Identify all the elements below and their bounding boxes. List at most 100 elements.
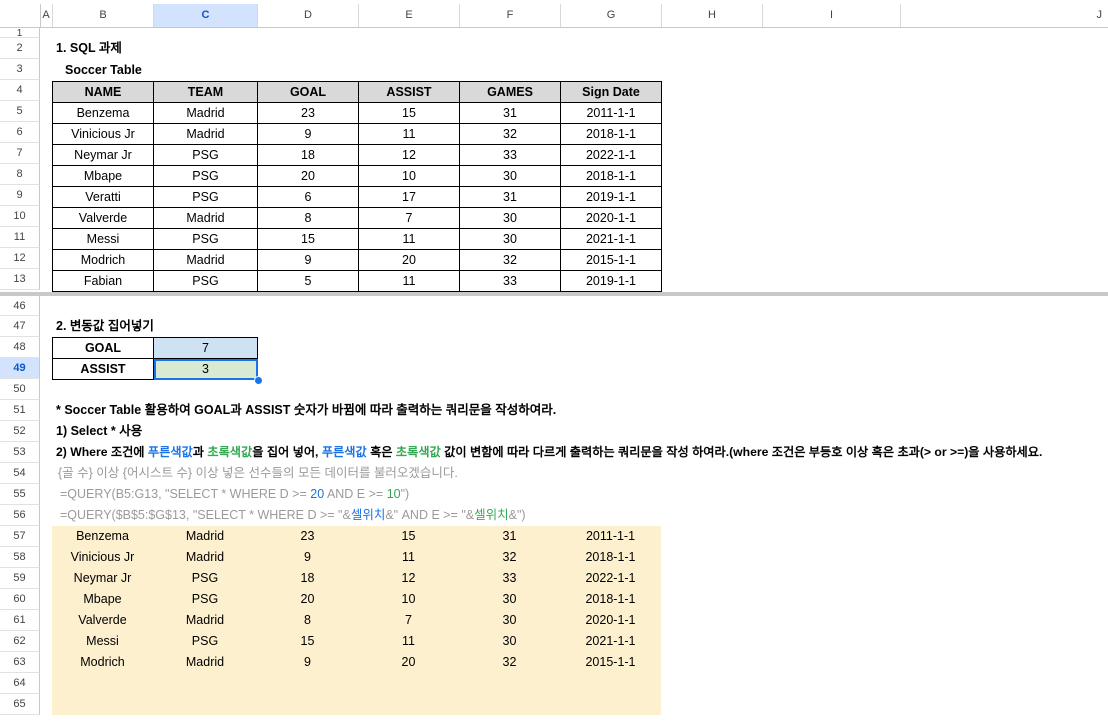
goal-label-cell[interactable]: GOAL xyxy=(52,337,154,359)
table-cell[interactable]: 30 xyxy=(459,228,561,250)
table-cell[interactable]: 15 xyxy=(257,228,359,250)
result-cell[interactable]: Benzema xyxy=(52,526,153,547)
row-header-54[interactable]: 54 xyxy=(0,463,40,484)
table-cell[interactable]: 32 xyxy=(459,249,561,271)
result-cell[interactable]: 2022-1-1 xyxy=(560,568,661,589)
table-cell[interactable]: 33 xyxy=(459,270,561,292)
table-cell[interactable]: Madrid xyxy=(153,102,258,124)
row-header-53[interactable]: 53 xyxy=(0,442,40,463)
column-header-d[interactable]: D xyxy=(258,4,359,27)
result-cell[interactable]: Madrid xyxy=(153,547,257,568)
table-cell[interactable]: 20 xyxy=(257,165,359,187)
result-cell[interactable]: 18 xyxy=(257,568,358,589)
row-header-51[interactable]: 51 xyxy=(0,400,40,421)
table-cell[interactable]: 2018-1-1 xyxy=(560,165,662,187)
frozen-rows-divider[interactable] xyxy=(0,292,1108,296)
row-header-5[interactable]: 5 xyxy=(0,101,40,122)
row-header-52[interactable]: 52 xyxy=(0,421,40,442)
result-cell[interactable]: 20 xyxy=(257,589,358,610)
header-cell[interactable]: NAME xyxy=(52,81,154,103)
table-cell[interactable]: 31 xyxy=(459,186,561,208)
row-header-9[interactable]: 9 xyxy=(0,185,40,206)
result-cell[interactable]: Madrid xyxy=(153,526,257,547)
table-cell[interactable]: 2022-1-1 xyxy=(560,144,662,166)
table-cell[interactable]: 11 xyxy=(358,270,460,292)
assist-label-cell[interactable]: ASSIST xyxy=(52,358,154,380)
table-cell[interactable]: 11 xyxy=(358,123,460,145)
table-cell[interactable]: PSG xyxy=(153,270,258,292)
result-cell[interactable]: 2021-1-1 xyxy=(560,631,661,652)
table-cell[interactable]: 10 xyxy=(358,165,460,187)
row-header-46[interactable]: 46 xyxy=(0,296,40,316)
result-cell[interactable]: 20 xyxy=(358,652,459,673)
result-cell[interactable]: 2018-1-1 xyxy=(560,547,661,568)
table-cell[interactable]: 15 xyxy=(358,102,460,124)
table-cell[interactable]: Veratti xyxy=(52,186,154,208)
column-header-f[interactable]: F xyxy=(460,4,561,27)
result-cell[interactable]: Vinicious Jr xyxy=(52,547,153,568)
result-cell[interactable]: 32 xyxy=(459,547,560,568)
column-header-a[interactable]: A xyxy=(40,4,53,27)
result-cell[interactable]: 23 xyxy=(257,526,358,547)
result-cell[interactable]: 2015-1-1 xyxy=(560,652,661,673)
table-cell[interactable]: 31 xyxy=(459,102,561,124)
table-cell[interactable]: Neymar Jr xyxy=(52,144,154,166)
table-cell[interactable]: Valverde xyxy=(52,207,154,229)
table-cell[interactable]: 2020-1-1 xyxy=(560,207,662,229)
row-header-1[interactable]: 1 xyxy=(0,28,40,39)
table-cell[interactable]: PSG xyxy=(153,186,258,208)
header-cell[interactable]: GOAL xyxy=(257,81,359,103)
table-cell[interactable]: Messi xyxy=(52,228,154,250)
row-header-10[interactable]: 10 xyxy=(0,206,40,227)
table-cell[interactable]: 6 xyxy=(257,186,359,208)
table-cell[interactable]: 9 xyxy=(257,123,359,145)
goal-value-cell[interactable]: 7 xyxy=(153,337,258,359)
table-cell[interactable]: 9 xyxy=(257,249,359,271)
result-cell[interactable]: Valverde xyxy=(52,610,153,631)
row-header-8[interactable]: 8 xyxy=(0,164,40,185)
table-cell[interactable]: 33 xyxy=(459,144,561,166)
table-cell[interactable]: 30 xyxy=(459,165,561,187)
result-cell[interactable]: 15 xyxy=(358,526,459,547)
table-cell[interactable]: 5 xyxy=(257,270,359,292)
column-header-e[interactable]: E xyxy=(359,4,460,27)
result-cell[interactable]: 2020-1-1 xyxy=(560,610,661,631)
table-cell[interactable]: Mbape xyxy=(52,165,154,187)
table-cell[interactable]: 2011-1-1 xyxy=(560,102,662,124)
result-cell[interactable]: Madrid xyxy=(153,610,257,631)
table-cell[interactable]: Vinicious Jr xyxy=(52,123,154,145)
result-cell[interactable]: 2018-1-1 xyxy=(560,589,661,610)
row-header-50[interactable]: 50 xyxy=(0,379,40,400)
result-cell[interactable]: 12 xyxy=(358,568,459,589)
table-cell[interactable]: 8 xyxy=(257,207,359,229)
table-cell[interactable]: 17 xyxy=(358,186,460,208)
result-cell[interactable]: 15 xyxy=(257,631,358,652)
table-cell[interactable]: 30 xyxy=(459,207,561,229)
row-header-47[interactable]: 47 xyxy=(0,316,40,337)
result-cell[interactable]: 30 xyxy=(459,610,560,631)
result-cell[interactable]: 33 xyxy=(459,568,560,589)
result-cell[interactable]: 9 xyxy=(257,652,358,673)
row-header-11[interactable]: 11 xyxy=(0,227,40,248)
table-cell[interactable]: 18 xyxy=(257,144,359,166)
table-cell[interactable]: Modrich xyxy=(52,249,154,271)
table-cell[interactable]: Madrid xyxy=(153,123,258,145)
column-header-b[interactable]: B xyxy=(53,4,154,27)
row-header-3[interactable]: 3 xyxy=(0,59,40,80)
result-cell[interactable]: 9 xyxy=(257,547,358,568)
result-cell[interactable]: Messi xyxy=(52,631,153,652)
row-header-49[interactable]: 49 xyxy=(0,358,40,379)
result-cell[interactable]: Mbape xyxy=(52,589,153,610)
result-cell[interactable]: Neymar Jr xyxy=(52,568,153,589)
table-cell[interactable]: 2021-1-1 xyxy=(560,228,662,250)
select-all-corner[interactable] xyxy=(0,4,41,27)
table-cell[interactable]: PSG xyxy=(153,165,258,187)
result-cell[interactable]: PSG xyxy=(153,631,257,652)
assist-value-cell[interactable]: 3 xyxy=(153,358,258,380)
result-cell[interactable]: PSG xyxy=(153,589,257,610)
table-cell[interactable]: 2018-1-1 xyxy=(560,123,662,145)
column-header-h[interactable]: H xyxy=(662,4,763,27)
header-cell[interactable]: ASSIST xyxy=(358,81,460,103)
table-cell[interactable]: 7 xyxy=(358,207,460,229)
header-cell[interactable]: Sign Date xyxy=(560,81,662,103)
